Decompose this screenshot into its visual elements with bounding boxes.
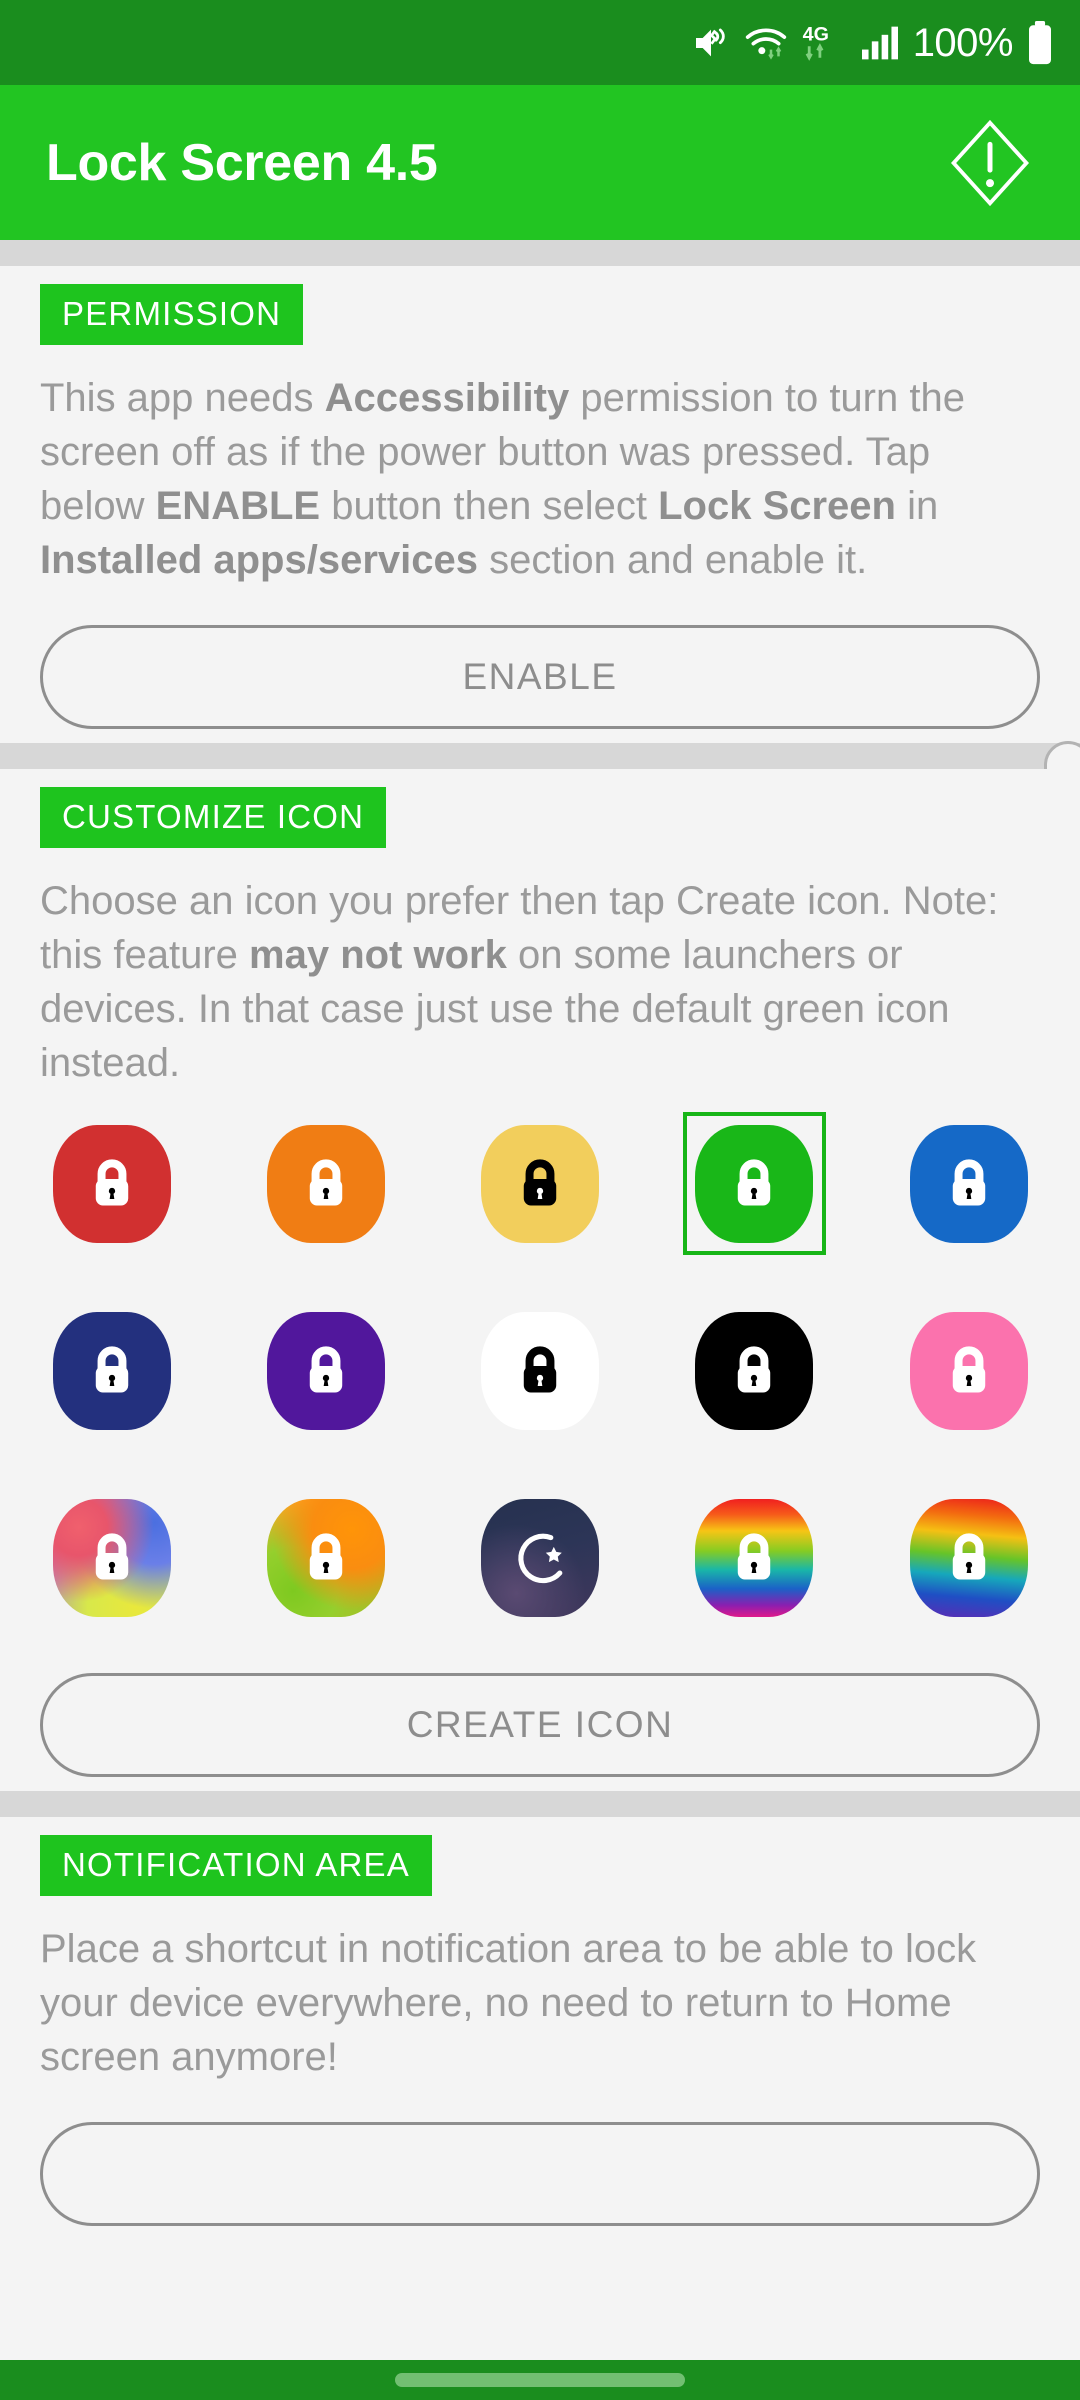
lock-icon-pink xyxy=(909,1311,1028,1430)
section-divider xyxy=(0,743,1080,769)
lock-icon-gradient-pastel xyxy=(52,1498,171,1617)
icon-option-lock-icon-orange[interactable] xyxy=(254,1112,397,1255)
home-gesture-pill[interactable] xyxy=(395,2373,685,2387)
wifi-icon xyxy=(744,23,788,63)
icon-option-lock-icon-red[interactable] xyxy=(40,1112,183,1255)
notification-area-section: NOTIFICATION AREA Place a shortcut in no… xyxy=(0,1817,1080,2240)
notification-area-description: Place a shortcut in notification area to… xyxy=(40,1927,977,2079)
create-icon-button[interactable]: CREATE ICON xyxy=(40,1673,1040,1777)
lock-icon-green xyxy=(695,1124,814,1243)
icon-option-lock-icon-purple[interactable] xyxy=(254,1299,397,1442)
app-bar: Lock Screen 4.5 xyxy=(0,85,1080,240)
icon-row xyxy=(40,1299,1040,1442)
status-bar: 4G 100% xyxy=(0,0,1080,85)
navigation-bar xyxy=(0,2360,1080,2400)
icon-row xyxy=(40,1486,1040,1629)
icon-option-lock-icon-yellow[interactable] xyxy=(469,1112,612,1255)
svg-text:4G: 4G xyxy=(802,23,828,45)
mute-vibrate-icon xyxy=(691,23,731,63)
icon-option-lock-icon-gradient-warm[interactable] xyxy=(254,1486,397,1629)
lock-icon-blue xyxy=(909,1124,1028,1243)
signal-bars-icon xyxy=(860,25,900,61)
app-title: Lock Screen 4.5 xyxy=(46,133,438,192)
section-tag-permission: PERMISSION xyxy=(40,284,304,345)
enable-button[interactable]: ENABLE xyxy=(40,625,1040,729)
section-tag-notification-area: NOTIFICATION AREA xyxy=(40,1835,432,1896)
lock-icon-orange xyxy=(266,1124,385,1243)
customize-icon-description: Choose an icon you prefer then tap Creat… xyxy=(40,879,999,1085)
section-divider xyxy=(0,1791,1080,1817)
icon-option-lock-icon-pink[interactable] xyxy=(897,1299,1040,1442)
customize-icon-section: CUSTOMIZE ICON Choose an icon you prefer… xyxy=(0,769,1080,1791)
moon-star-icon-night xyxy=(481,1498,599,1617)
permission-description: This app needs Accessibility permission … xyxy=(40,376,965,582)
icon-chooser-grid xyxy=(0,1090,1080,1629)
lock-icon-yellow xyxy=(481,1124,599,1243)
lock-icon-red xyxy=(52,1124,171,1243)
lock-icon-white xyxy=(481,1311,599,1430)
lock-icon-black xyxy=(695,1311,814,1430)
notification-shortcut-button[interactable] xyxy=(40,2122,1040,2226)
icon-option-lock-icon-black[interactable] xyxy=(683,1299,826,1442)
icon-option-lock-icon-navy[interactable] xyxy=(40,1299,183,1442)
lock-icon-gradient-warm xyxy=(266,1498,385,1617)
icon-option-lock-icon-rainbow[interactable] xyxy=(897,1486,1040,1629)
icon-option-lock-icon-white[interactable] xyxy=(469,1299,612,1442)
section-tag-customize-icon: CUSTOMIZE ICON xyxy=(40,787,387,848)
icon-option-moon-star-icon-night[interactable] xyxy=(469,1486,612,1629)
warning-rhombus-icon[interactable] xyxy=(942,115,1038,211)
icon-row xyxy=(40,1112,1040,1255)
section-divider xyxy=(0,240,1080,266)
lock-icon-tiedye-rainbow xyxy=(695,1498,814,1617)
icon-option-lock-icon-blue[interactable] xyxy=(897,1112,1040,1255)
icon-option-lock-icon-green[interactable] xyxy=(682,1112,826,1255)
icon-option-lock-icon-tiedye-rainbow[interactable] xyxy=(683,1486,826,1629)
battery-percentage-label: 100% xyxy=(912,20,1014,65)
permission-section: PERMISSION This app needs Accessibility … xyxy=(0,266,1080,1063)
icon-option-lock-icon-gradient-pastel[interactable] xyxy=(40,1486,183,1629)
lock-icon-purple xyxy=(266,1311,385,1430)
network-4g-icon: 4G xyxy=(801,22,847,64)
battery-icon xyxy=(1026,20,1054,65)
lock-icon-rainbow xyxy=(909,1498,1028,1617)
lock-icon-navy xyxy=(52,1311,171,1430)
